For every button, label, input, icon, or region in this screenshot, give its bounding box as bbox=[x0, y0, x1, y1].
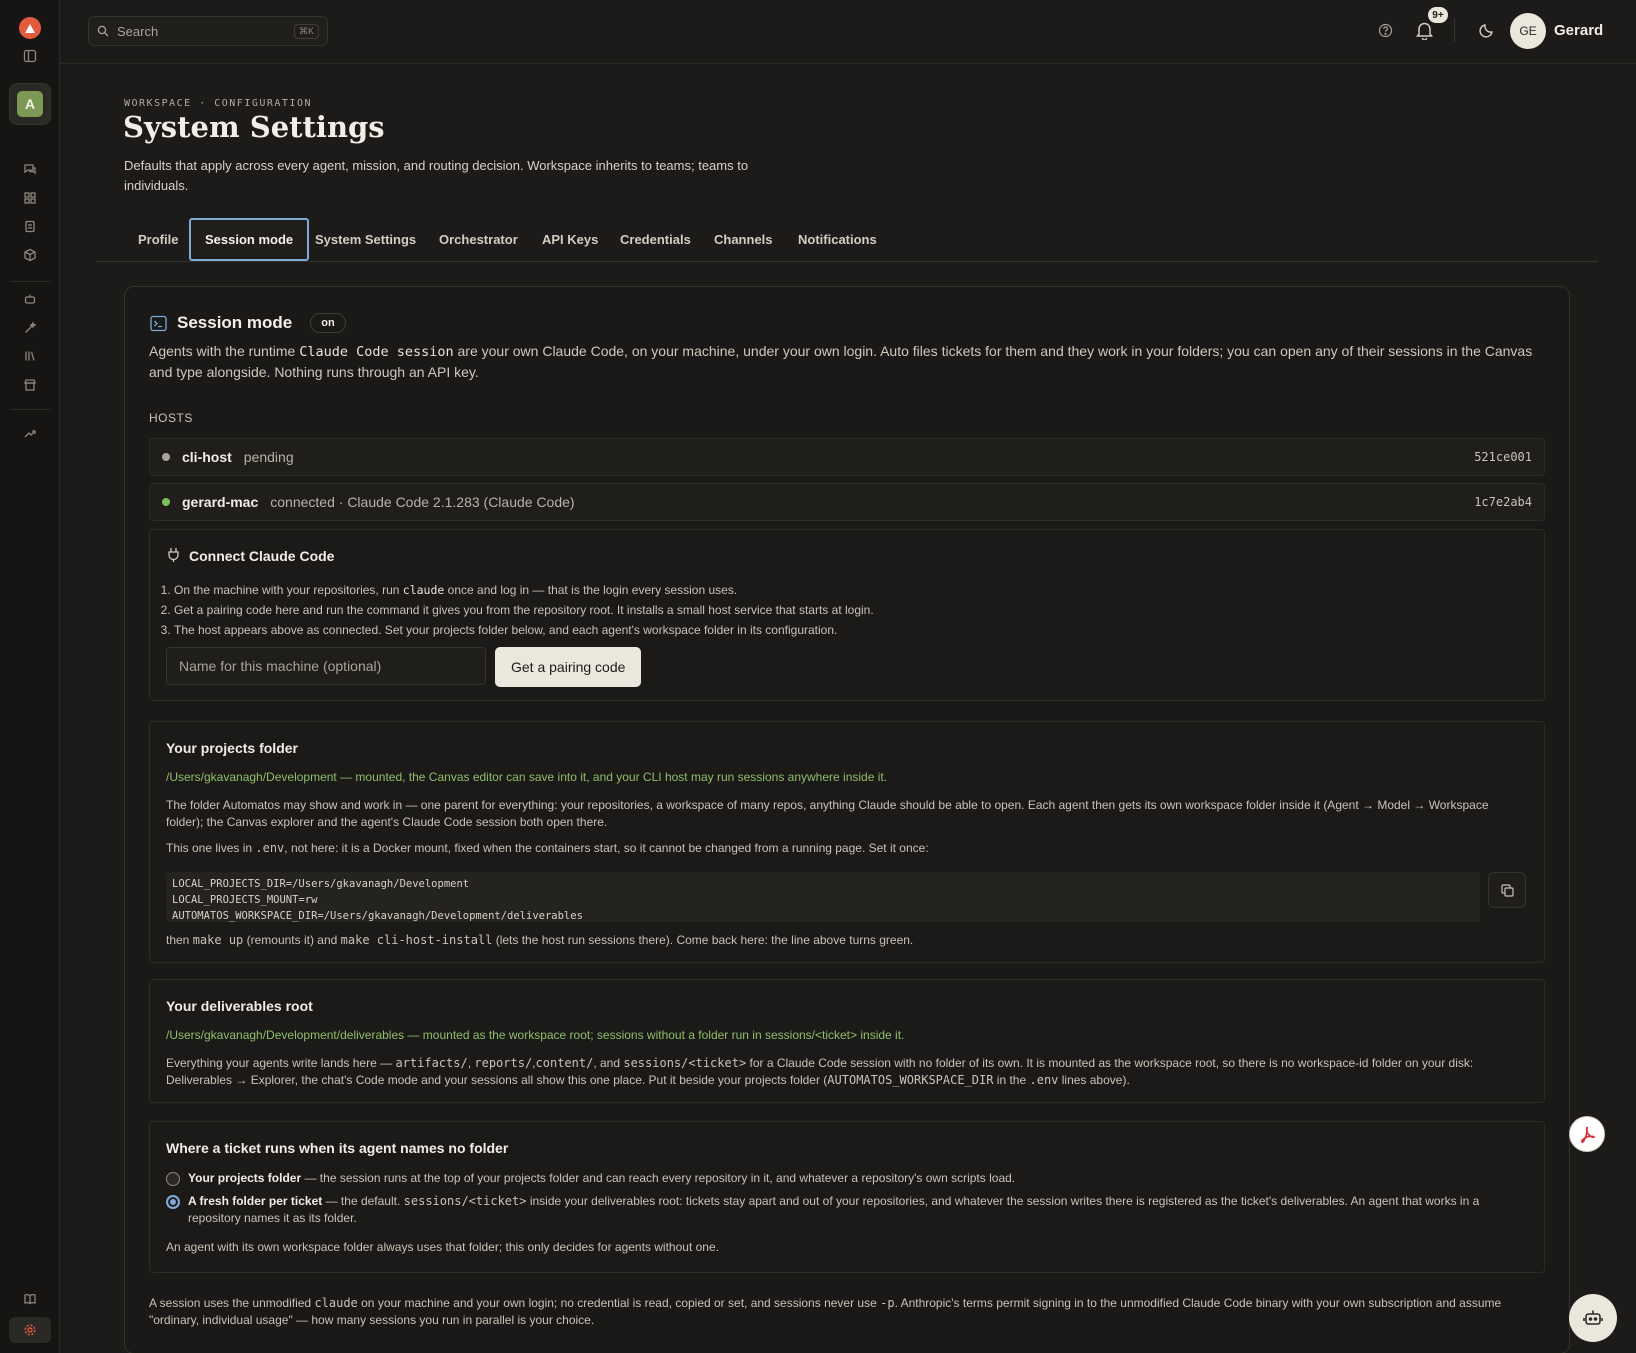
radio-projects-folder[interactable] bbox=[166, 1172, 180, 1186]
deliverables-root-status: /Users/gkavanagh/Development/deliverable… bbox=[166, 1028, 905, 1042]
host-row[interactable]: gerard-mac connected · Claude Code 2.1.2… bbox=[149, 483, 1545, 521]
pdf-icon bbox=[1581, 1126, 1595, 1143]
connect-step: On the machine with your repositories, r… bbox=[174, 580, 874, 600]
tab-system-settings[interactable]: System Settings bbox=[301, 218, 430, 261]
settings-gear-icon[interactable] bbox=[18, 1318, 42, 1342]
tab-channels[interactable]: Channels bbox=[700, 218, 787, 261]
workspace-switcher[interactable]: A bbox=[9, 83, 51, 125]
top-bar: Search ⌘K bbox=[60, 0, 1636, 64]
session-mode-card: Session mode on Agents with the runtime … bbox=[124, 286, 1570, 1353]
host-status-dot bbox=[162, 498, 170, 506]
tools-wand-icon[interactable] bbox=[18, 316, 42, 340]
search-placeholder: Search bbox=[117, 23, 159, 39]
option-fresh-folder-per-ticket[interactable]: A fresh folder per ticket — the default.… bbox=[166, 1193, 1506, 1227]
bot-icon bbox=[1583, 1310, 1603, 1325]
tab-profile[interactable]: Profile bbox=[124, 218, 192, 261]
copy-button[interactable] bbox=[1488, 872, 1526, 908]
page-subtitle: Defaults that apply across every agent, … bbox=[124, 158, 749, 193]
theme-moon-icon[interactable] bbox=[1479, 22, 1495, 38]
session-mode-status-badge[interactable]: on bbox=[310, 313, 346, 333]
session-mode-description: Agents with the runtime Claude Code sess… bbox=[149, 343, 1533, 380]
connect-claude-code-panel: Connect Claude Code On the machine with … bbox=[149, 529, 1545, 701]
host-status: connected · Claude Code 2.1.283 (Claude … bbox=[270, 494, 575, 510]
terminal-icon bbox=[150, 315, 167, 331]
notifications-badge: 9+ bbox=[1428, 7, 1448, 23]
topbar-divider bbox=[1454, 18, 1455, 42]
plug-icon bbox=[168, 548, 179, 562]
connect-step: Get a pairing code here and run the comm… bbox=[174, 600, 874, 620]
deliverables-root-description: Everything your agents write lands here … bbox=[166, 1056, 1474, 1087]
host-row[interactable]: cli-host pending 521ce001 bbox=[149, 438, 1545, 476]
session-mode-header: Session mode on bbox=[150, 313, 346, 333]
settings-tabs: Profile Session mode System Settings Orc… bbox=[96, 218, 1598, 262]
breadcrumb: WORKSPACE · CONFIGURATION bbox=[124, 98, 313, 109]
packages-cube-icon[interactable] bbox=[18, 243, 42, 267]
host-name: gerard-mac bbox=[182, 494, 259, 510]
tab-credentials[interactable]: Credentials bbox=[606, 218, 705, 261]
tab-orchestrator[interactable]: Orchestrator bbox=[425, 218, 532, 261]
projects-folder-next-steps: then make up (remounts it) and make cli-… bbox=[166, 933, 914, 947]
deliverables-root-title: Your deliverables root bbox=[166, 998, 313, 1014]
workspace-avatar: A bbox=[17, 91, 43, 117]
tab-notifications[interactable]: Notifications bbox=[784, 218, 891, 261]
projects-folder-panel: Your projects folder /Users/gkavanagh/De… bbox=[149, 721, 1545, 963]
machine-name-input[interactable] bbox=[166, 647, 486, 685]
notifications-bell-icon[interactable] bbox=[1415, 20, 1434, 40]
search-box[interactable]: Search ⌘K bbox=[88, 16, 328, 46]
user-name[interactable]: Gerard bbox=[1554, 22, 1603, 39]
agents-bot-icon[interactable] bbox=[18, 287, 42, 311]
hosts-label: HOSTS bbox=[149, 411, 193, 425]
page-title: System Settings bbox=[123, 110, 385, 144]
session-footer-note: A session uses the unmodified claude on … bbox=[149, 1296, 1502, 1327]
radio-fresh-folder-per-ticket[interactable] bbox=[166, 1195, 180, 1209]
dashboard-grid-icon[interactable] bbox=[18, 186, 42, 210]
projects-folder-description: The folder Automatos may show and work i… bbox=[166, 798, 1489, 829]
host-id: 1c7e2ab4 bbox=[1474, 495, 1532, 509]
deliverables-root-panel: Your deliverables root /Users/gkavanagh/… bbox=[149, 979, 1545, 1103]
get-pairing-code-button[interactable]: Get a pairing code bbox=[495, 647, 642, 687]
host-status: pending bbox=[243, 449, 294, 465]
assistant-bot-button[interactable] bbox=[1569, 1294, 1617, 1342]
sidebar-toggle-icon[interactable] bbox=[18, 44, 42, 68]
pdf-export-button[interactable] bbox=[1569, 1116, 1605, 1152]
projects-folder-title: Your projects folder bbox=[166, 740, 298, 756]
search-icon bbox=[97, 25, 109, 37]
copy-icon bbox=[1500, 883, 1514, 897]
tab-session-mode[interactable]: Session mode bbox=[189, 218, 310, 261]
store-icon[interactable] bbox=[18, 373, 42, 397]
projects-folder-env-note: This one lives in .env, not here: it is … bbox=[166, 841, 929, 855]
tickets-clipboard-icon[interactable] bbox=[18, 214, 42, 238]
help-icon[interactable] bbox=[1378, 23, 1393, 38]
library-icon[interactable] bbox=[18, 344, 42, 368]
option-projects-folder[interactable]: Your projects folder — the session runs … bbox=[166, 1170, 1506, 1187]
ticket-folder-title: Where a ticket runs when its agent names… bbox=[166, 1140, 509, 1156]
connect-title: Connect Claude Code bbox=[189, 548, 335, 564]
user-avatar[interactable]: GE bbox=[1510, 13, 1546, 49]
app-logo[interactable] bbox=[19, 17, 41, 39]
tab-api-keys[interactable]: API Keys bbox=[528, 218, 612, 261]
session-mode-title: Session mode bbox=[177, 313, 293, 332]
connect-steps: On the machine with your repositories, r… bbox=[174, 580, 874, 640]
projects-folder-status: /Users/gkavanagh/Development — mounted, … bbox=[166, 770, 888, 784]
host-name: cli-host bbox=[182, 449, 232, 465]
host-status-dot bbox=[162, 453, 170, 461]
docs-book-icon[interactable] bbox=[18, 1287, 42, 1311]
left-rail: A bbox=[0, 0, 60, 1353]
search-shortcut: ⌘K bbox=[293, 23, 319, 39]
ticket-folder-panel: Where a ticket runs when its agent names… bbox=[149, 1121, 1545, 1273]
connect-step: The host appears above as connected. Set… bbox=[174, 620, 874, 640]
analytics-trend-icon[interactable] bbox=[18, 422, 42, 446]
host-id: 521ce001 bbox=[1474, 450, 1532, 464]
env-code-block[interactable]: LOCAL_PROJECTS_DIR=/Users/gkavanagh/Deve… bbox=[166, 872, 1480, 922]
ticket-folder-note: An agent with its own workspace folder a… bbox=[166, 1240, 719, 1254]
chat-icon[interactable] bbox=[18, 157, 42, 181]
